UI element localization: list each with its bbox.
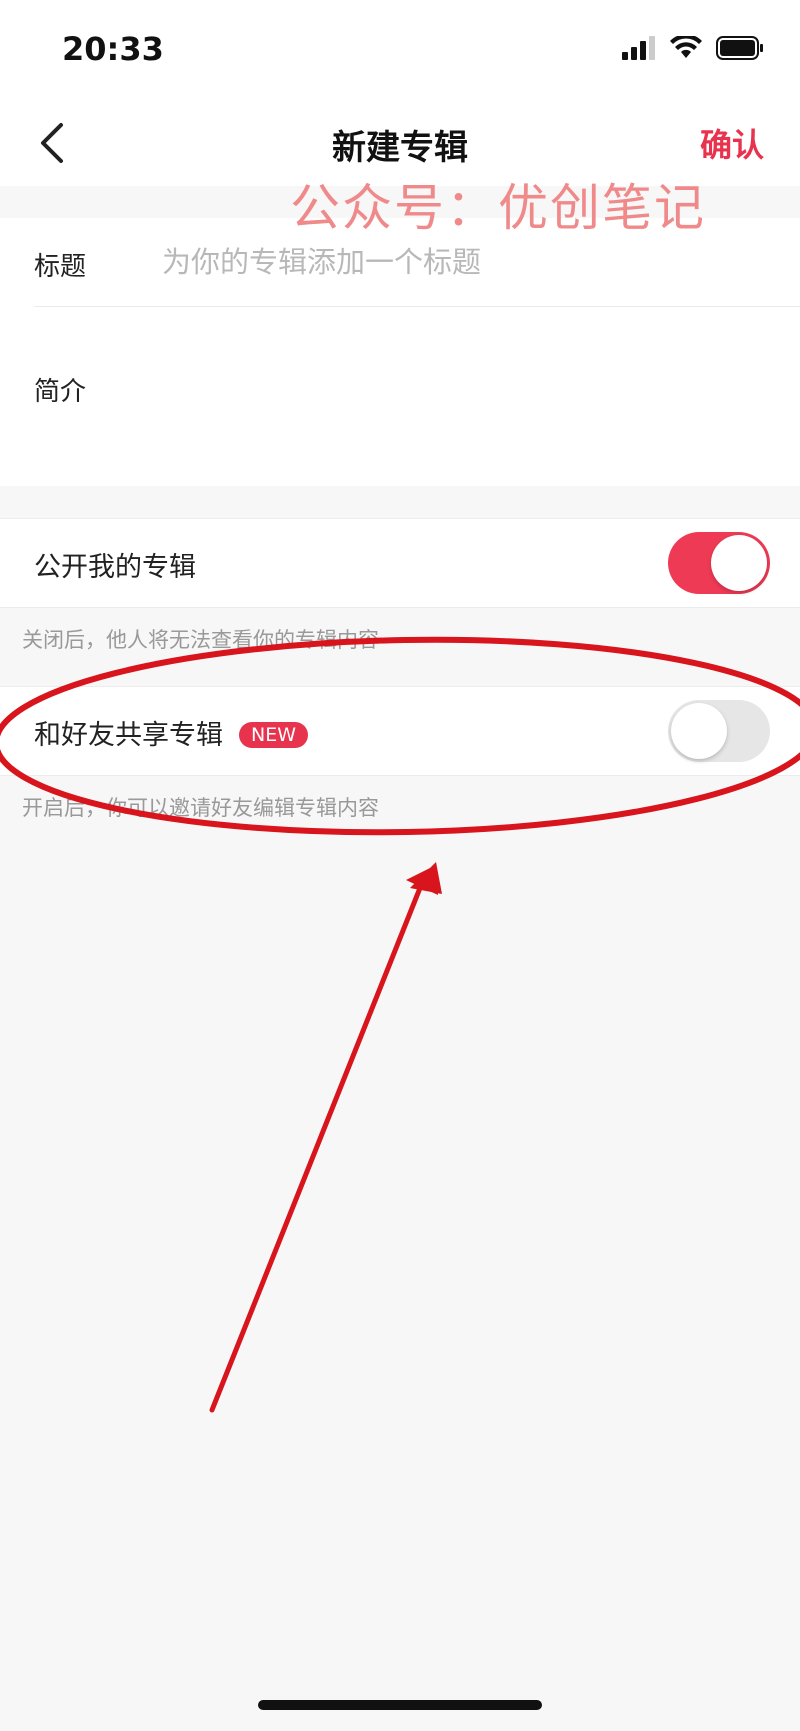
watermark-text: 公众号：优创笔记 <box>290 179 706 237</box>
status-bar: 20:33 <box>0 0 800 100</box>
public-album-label: 公开我的专辑 <box>34 552 196 583</box>
status-icons <box>622 36 764 60</box>
annotation-arrow-shaft <box>209 885 423 1413</box>
share-album-row: 和好友共享专辑 NEW <box>0 686 800 776</box>
share-album-hint: 开启后，你可以邀请好友编辑专辑内容 <box>22 796 379 820</box>
page-title: 新建专辑 <box>332 128 468 168</box>
signal-icon <box>622 36 655 60</box>
wifi-icon <box>670 36 702 58</box>
annotation-arrow-tip <box>410 862 442 894</box>
share-album-toggle[interactable] <box>668 700 770 762</box>
new-badge: NEW <box>239 722 309 748</box>
home-indicator[interactable] <box>258 1700 542 1710</box>
toggle-knob <box>711 535 767 591</box>
title-input[interactable] <box>160 236 764 288</box>
share-album-label-wrap: 和好友共享专辑 NEW <box>34 713 309 752</box>
intro-input[interactable] <box>160 347 784 461</box>
intro-row: 简介 <box>34 307 800 485</box>
public-album-toggle[interactable] <box>668 532 770 594</box>
public-album-row: 公开我的专辑 <box>0 518 800 608</box>
battery-icon <box>716 36 763 60</box>
share-album-label: 和好友共享专辑 <box>34 720 223 751</box>
title-label: 标题 <box>34 252 87 282</box>
album-form: 标题 简介 <box>0 218 800 486</box>
annotation-arrow-head <box>406 865 438 895</box>
toggle-knob <box>671 703 727 759</box>
intro-label: 简介 <box>34 377 87 407</box>
public-album-hint: 关闭后，他人将无法查看你的专辑内容 <box>22 628 379 652</box>
confirm-button[interactable]: 确认 <box>700 120 764 166</box>
status-time: 20:33 <box>62 30 164 68</box>
